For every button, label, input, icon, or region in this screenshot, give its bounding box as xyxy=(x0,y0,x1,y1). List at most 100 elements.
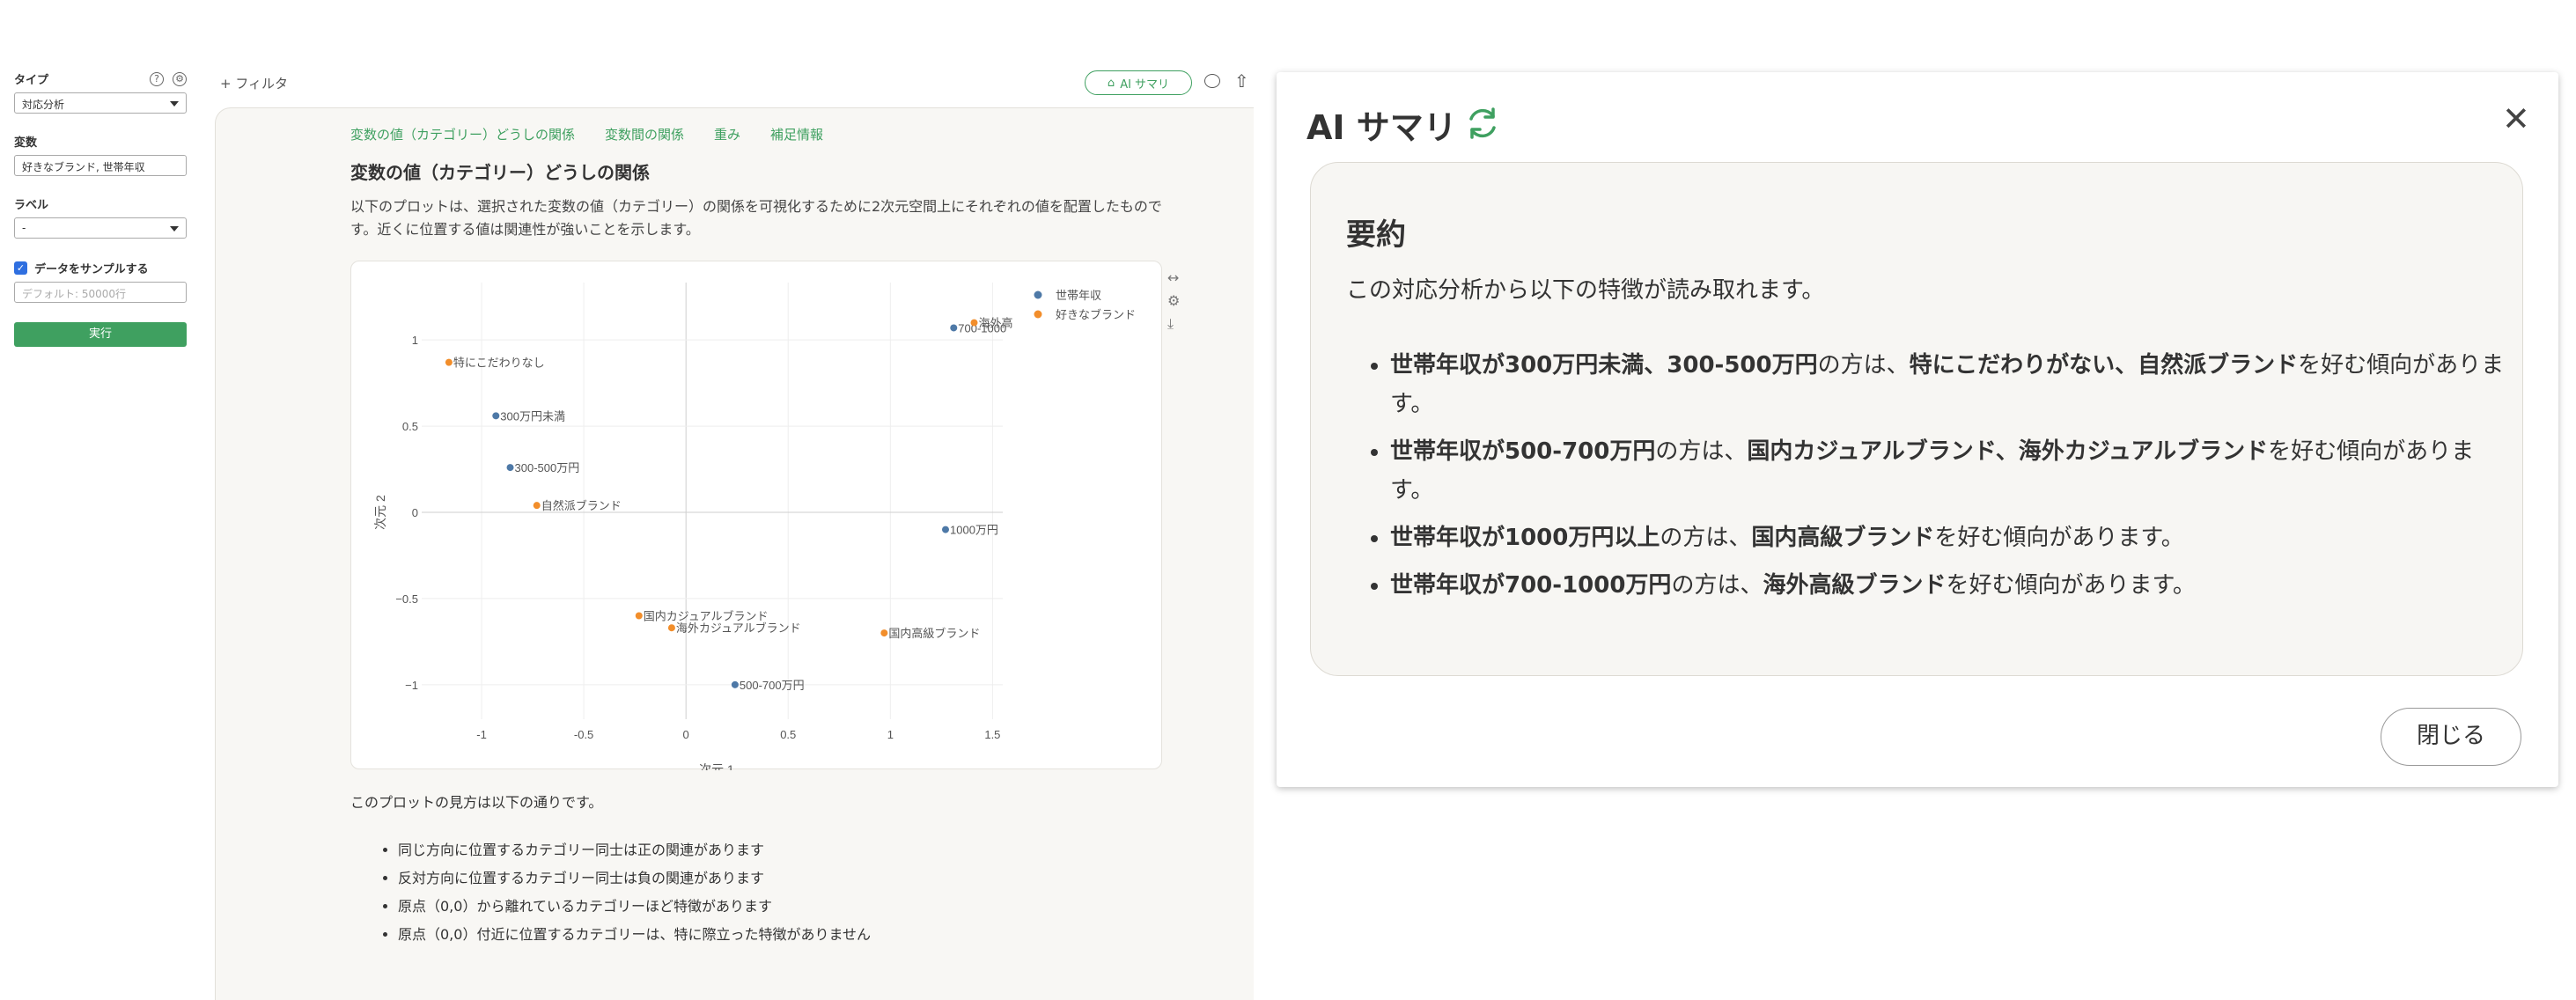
tab-supplementary-info[interactable]: 補足情報 xyxy=(770,125,823,143)
x-axis-label: 次元 1 xyxy=(699,762,734,770)
label-select[interactable]: - xyxy=(14,217,187,239)
data-point xyxy=(533,502,541,510)
y-tick-label: −0.5 xyxy=(395,592,418,606)
summary-bold: 世帯年収が700-1000万円 xyxy=(1390,572,1672,599)
chevron-down-icon xyxy=(170,226,179,232)
legend-entry: 世帯年収 xyxy=(1056,289,1101,302)
type-select-value: 対応分析 xyxy=(22,99,65,111)
summary-text: を好む傾向があります。 xyxy=(1946,572,2196,599)
data-point xyxy=(731,680,739,688)
x-tick-label: -1 xyxy=(476,728,487,741)
summary-intro: この対応分析から以下の特徴が読み取れます。 xyxy=(1346,277,1825,304)
summary-text: の方は、 xyxy=(1671,572,1763,599)
list-item: 世帯年収が500-700万円の方は、国内カジュアルブランド、海外カジュアルブラン… xyxy=(1390,432,2508,510)
point-label: 海外カジュアルブランド xyxy=(676,621,801,635)
type-row: タイプ ? ⚙ xyxy=(14,70,187,87)
list-item: 原点（0,0）から離れているカテゴリーほど特徴があります xyxy=(398,893,871,921)
label-select-value: - xyxy=(22,222,26,234)
chart-card: -1 -0.5 0 0.5 1 1.5 1 0.5 0 −0.5 −1 次元 1 次元 2 300万円未満… xyxy=(350,261,1162,770)
summary-bold: 海外高級ブランド xyxy=(1763,572,1947,599)
x-tick-label: 1 xyxy=(887,728,894,741)
point-label: 特にこだわりなし xyxy=(453,357,545,370)
y-tick-label: 0.5 xyxy=(402,420,418,433)
summary-list: 世帯年収が300万円未満、300-500万円の方は、特にこだわりがない、自然派ブ… xyxy=(1390,346,2508,614)
sample-label: データをサンプルする xyxy=(34,263,149,276)
ai-summary-button[interactable]: ⌂ AI サマリ xyxy=(1085,70,1192,95)
label-label: ラベル xyxy=(14,199,49,212)
comment-icon[interactable] xyxy=(1204,74,1220,88)
ai-summary-label: AI サマリ xyxy=(1120,77,1170,92)
correspondence-plot: -1 -0.5 0 0.5 1 1.5 1 0.5 0 −0.5 −1 次元 1 次元 2 300万円未満… xyxy=(373,283,1136,770)
data-point xyxy=(506,464,514,472)
data-point xyxy=(445,358,453,366)
list-item: 世帯年収が300万円未満、300-500万円の方は、特にこだわりがない、自然派ブ… xyxy=(1390,346,2508,423)
summary-heading: 要約 xyxy=(1346,217,1406,253)
x-tick-label: 1.5 xyxy=(984,728,1000,741)
type-select[interactable]: 対応分析 xyxy=(14,92,187,114)
summary-text: の方は、 xyxy=(1660,525,1752,551)
explanation-list: 同じ方向に位置するカテゴリー同士は正の関連があります 反対方向に位置するカテゴリ… xyxy=(398,836,871,949)
summary-bold: 国内カジュアルブランド、海外カジュアルブランド xyxy=(1747,438,2269,465)
robot-icon: ⌂ xyxy=(1107,76,1115,90)
type-label: タイプ xyxy=(14,74,49,87)
list-item: 反対方向に位置するカテゴリー同士は負の関連があります xyxy=(398,864,871,893)
sample-checkbox[interactable]: ✓ xyxy=(14,261,27,275)
summary-text: の方は、 xyxy=(1817,352,1910,379)
point-label: 国内高級ブランド xyxy=(888,627,980,640)
summary-text: を好む傾向があります。 xyxy=(1934,525,2184,551)
tab-category-relationship[interactable]: 変数の値（カテゴリー）どうしの関係 xyxy=(350,125,575,143)
expand-icon[interactable]: ↔ xyxy=(1167,269,1179,286)
data-point xyxy=(880,629,888,637)
legend-marker xyxy=(1034,310,1042,319)
data-point xyxy=(942,526,949,533)
ai-summary-dialog: AI サマリ ✕ 要約 この対応分析から以下の特徴が読み取れます。 世帯年収が3… xyxy=(1277,72,2558,787)
x-tick-label: 0 xyxy=(683,728,689,741)
legend-marker xyxy=(1034,290,1042,299)
list-item: 同じ方向に位置するカテゴリー同士は正の関連があります xyxy=(398,836,871,864)
close-icon[interactable]: ✕ xyxy=(2502,102,2530,136)
y-tick-label: 1 xyxy=(412,334,418,347)
x-tick-label: -0.5 xyxy=(574,728,593,741)
list-item: 世帯年収が1000万円以上の方は、国内高級ブランドを好む傾向があります。 xyxy=(1390,518,2508,557)
y-tick-label: −1 xyxy=(405,679,418,692)
help-icon[interactable]: ? xyxy=(150,71,164,86)
tab-variable-relationship[interactable]: 変数間の関係 xyxy=(605,125,684,143)
point-label: 自然派ブランド xyxy=(541,499,622,512)
tab-weights[interactable]: 重み xyxy=(714,125,740,143)
variable-label: 変数 xyxy=(14,136,38,150)
close-button[interactable]: 閉じる xyxy=(2381,708,2521,766)
section-description: 以下のプロットは、選択された変数の値（カテゴリー）の関係を可視化するために2次元… xyxy=(350,198,1162,238)
data-point xyxy=(667,624,675,632)
list-item: 世帯年収が700-1000万円の方は、海外高級ブランドを好む傾向があります。 xyxy=(1390,566,2508,605)
point-label: 500-700万円 xyxy=(740,679,805,692)
summary-bold: 世帯年収が300万円未満、300-500万円 xyxy=(1390,352,1818,379)
variable-field[interactable]: 好きなブランド, 世帯年収 xyxy=(14,155,187,176)
summary-bold: 世帯年収が1000万円以上 xyxy=(1390,525,1660,551)
data-point xyxy=(950,324,958,332)
data-point xyxy=(492,412,500,420)
explanation-title: このプロットの見方は以下の通りです。 xyxy=(350,794,603,811)
settings-sidebar: タイプ ? ⚙ 対応分析 変数 好きなブランド, 世帯年収 ラベル - ✓ デー… xyxy=(14,70,187,347)
summary-bold: 国内高級ブランド xyxy=(1751,525,1935,551)
summary-bold: 世帯年収が500-700万円 xyxy=(1390,438,1656,465)
summary-text: の方は、 xyxy=(1655,438,1748,465)
summary-bold: 特にこだわりがない、自然派ブランド xyxy=(1909,352,2299,379)
sample-size-input[interactable]: デフォルト: 50000行 xyxy=(14,282,187,303)
sample-row: ✓ データをサンプルする xyxy=(14,260,187,276)
section-title: 変数の値（カテゴリー）どうしの関係 xyxy=(350,162,650,183)
run-button[interactable]: 実行 xyxy=(14,322,187,347)
dialog-title: AI サマリ xyxy=(1306,108,1457,147)
point-label: 1000万円 xyxy=(950,524,998,537)
data-point xyxy=(970,319,978,327)
gear-icon[interactable]: ⚙ xyxy=(173,71,187,86)
point-label: 300万円未満 xyxy=(500,409,565,423)
upload-icon[interactable]: ⇧ xyxy=(1234,70,1249,92)
legend-entry: 好きなブランド xyxy=(1056,308,1136,321)
refresh-icon[interactable] xyxy=(1463,104,1502,143)
add-filter-button[interactable]: + フィルタ xyxy=(220,74,288,92)
data-point xyxy=(635,612,643,620)
y-tick-label: 0 xyxy=(412,506,418,519)
gear-icon[interactable]: ⚙ xyxy=(1167,292,1180,309)
point-label: 300-500万円 xyxy=(515,461,580,474)
download-icon[interactable]: ⤓ xyxy=(1167,315,1174,333)
